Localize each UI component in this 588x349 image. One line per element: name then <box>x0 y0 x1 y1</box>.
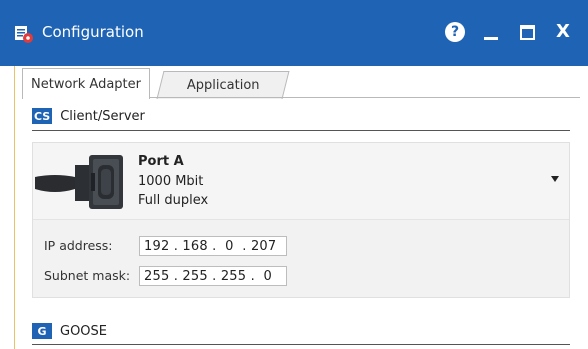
adapter-dropdown[interactable]: Port A 1000 Mbit Full duplex <box>33 143 569 220</box>
subnet-mask-label: Subnet mask: <box>44 268 131 283</box>
ip-address-label: IP address: <box>44 238 113 253</box>
configuration-window: Configuration ? X Network Adapter Applic… <box>0 0 588 349</box>
tab-application[interactable]: Application <box>156 71 290 99</box>
ethernet-cable-icon <box>35 155 123 209</box>
goose-header: G GOOSE <box>32 323 107 339</box>
window-controls: ? X <box>444 18 574 46</box>
dropdown-arrow-icon[interactable] <box>551 176 559 182</box>
subnet-mask-field[interactable]: 255 . 255 . 255 . 0 <box>139 266 287 286</box>
adapter-speed: 1000 Mbit <box>138 174 204 189</box>
help-icon: ? <box>445 22 465 42</box>
client-server-header: CS Client/Server <box>32 108 145 124</box>
maximize-icon <box>519 24 535 40</box>
minimize-icon <box>484 36 498 40</box>
adapter-name: Port A <box>138 154 184 169</box>
section-title: Client/Server <box>60 108 145 124</box>
section-title: GOOSE <box>60 323 108 339</box>
adapter-duplex: Full duplex <box>138 193 209 208</box>
app-config-icon <box>15 26 33 43</box>
cs-badge-icon: CS <box>32 108 53 124</box>
help-button[interactable]: ? <box>444 21 466 43</box>
close-icon: X <box>556 21 570 42</box>
ip-address-field[interactable]: 192 . 168 . 0 . 207 <box>139 236 287 256</box>
tab-label: Network Adapter <box>31 76 141 92</box>
section-divider <box>32 344 570 345</box>
maximize-button[interactable] <box>516 21 538 43</box>
goose-badge-icon: G <box>32 323 52 339</box>
minimize-button[interactable] <box>480 21 502 43</box>
window-title: Configuration <box>42 23 144 41</box>
title-bar[interactable]: Configuration ? X <box>0 0 588 66</box>
section-divider <box>32 130 570 131</box>
close-button[interactable]: X <box>552 21 574 43</box>
tab-label: Application <box>186 78 260 93</box>
client-server-panel: Port A 1000 Mbit Full duplex IP address:… <box>32 142 570 298</box>
tab-network-adapter[interactable]: Network Adapter <box>22 68 150 99</box>
